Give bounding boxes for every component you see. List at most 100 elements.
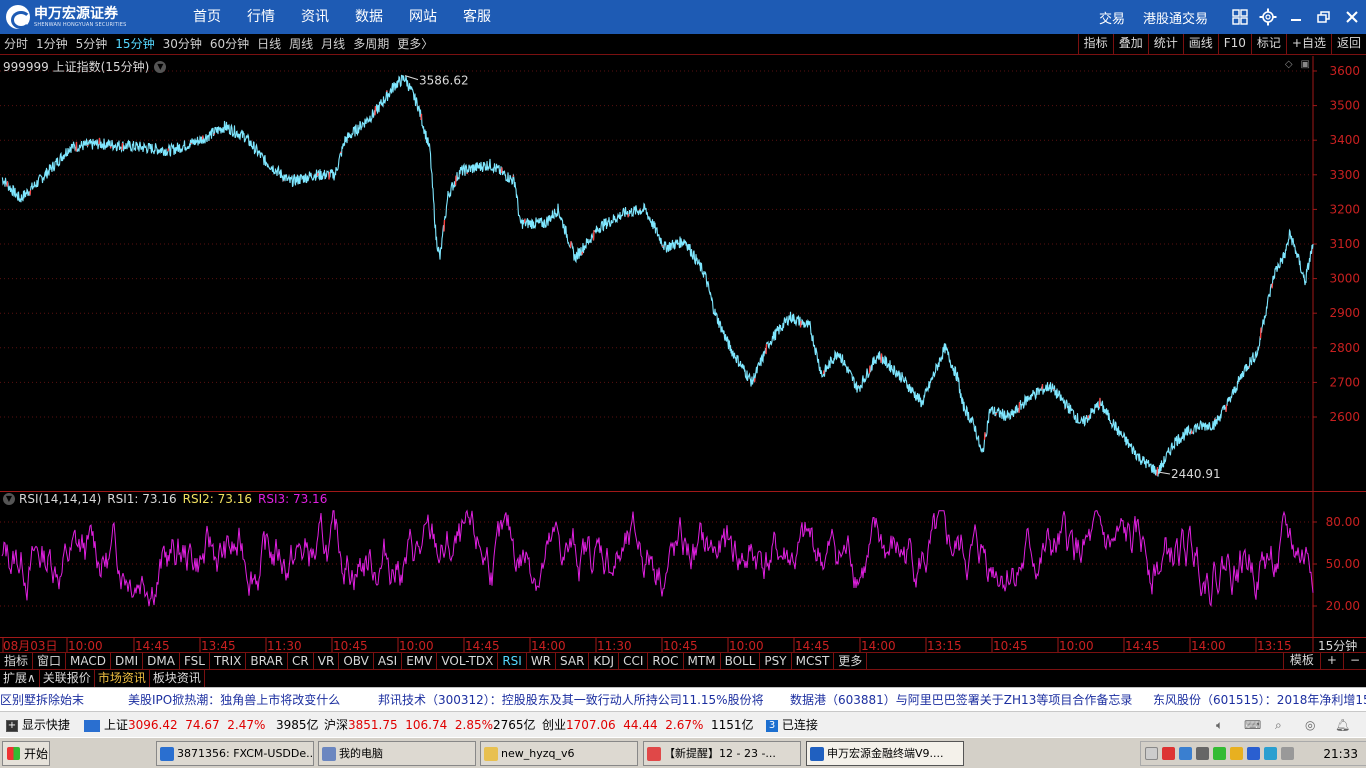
chart-tool-button[interactable]: 标记: [1250, 34, 1286, 55]
indicator-tab[interactable]: PSY: [760, 653, 792, 669]
info-tab[interactable]: 扩展∧: [0, 670, 40, 687]
indicator-tab[interactable]: DMI: [111, 653, 144, 669]
indicator-tab[interactable]: TRIX: [210, 653, 247, 669]
indicator-tab[interactable]: SAR: [556, 653, 590, 669]
price-chart-svg[interactable]: 3600 3500 3400 3300 3200 3100 3000 2900 2800 2700…: [0, 56, 1366, 492]
chart-tool-button[interactable]: 画线: [1182, 34, 1218, 55]
period-option[interactable]: 周线: [289, 34, 313, 55]
tray-flag-icon[interactable]: [1162, 747, 1175, 760]
indicator-tab[interactable]: WR: [527, 653, 557, 669]
period-option[interactable]: 1分钟: [36, 34, 68, 55]
nav-item[interactable]: 首页: [180, 0, 234, 34]
indicator-control-button[interactable]: −: [1342, 652, 1366, 670]
taskbar-window-button[interactable]: 【新提醒】12 - 23 -...: [643, 741, 801, 766]
chart-tool-button[interactable]: 返回: [1330, 34, 1366, 55]
period-option[interactable]: 30分钟: [163, 34, 202, 55]
close-icon[interactable]: [1338, 0, 1366, 34]
start-button[interactable]: 开始: [2, 741, 50, 766]
indicator-tab[interactable]: EMV: [402, 653, 438, 669]
period-option[interactable]: 15分钟: [115, 34, 154, 55]
grid-icon[interactable]: [1226, 0, 1254, 34]
search-icon[interactable]: ⌕: [1275, 712, 1282, 738]
tray-keyboard-icon[interactable]: [1145, 747, 1158, 760]
ticker-item[interactable]: 邦讯技术（300312）：控股股东及其一致行动人所持公司11.15%股份将: [378, 688, 764, 711]
period-option[interactable]: 5分钟: [76, 34, 108, 55]
help-icon[interactable]: ◎: [1305, 712, 1315, 738]
diamond-icon[interactable]: ◇: [1285, 59, 1293, 70]
tray-bluetooth-icon[interactable]: [1247, 747, 1260, 760]
symbol-title[interactable]: 999999 上证指数(15分钟) ▼: [3, 58, 167, 75]
indicator-tab[interactable]: OBV: [339, 653, 374, 669]
rsi-indicator-panel[interactable]: 80.00 50.00 20.00 ▼ RSI(14,14,14) RSI1: 73…: [0, 492, 1366, 637]
restore-icon[interactable]: [1310, 0, 1338, 34]
indicator-tab[interactable]: 指标: [0, 653, 34, 669]
main-price-chart[interactable]: 3600 3500 3400 3300 3200 3100 3000 2900 2800 2700…: [0, 56, 1366, 492]
minimize-icon[interactable]: [1282, 0, 1310, 34]
gear-icon[interactable]: [1254, 0, 1282, 34]
indicator-tab[interactable]: FSL: [180, 653, 210, 669]
ticker-item[interactable]: 美股IPO掀热潮：独角兽上市将改变什么: [128, 688, 340, 711]
period-option[interactable]: 多周期: [353, 34, 389, 55]
keyboard-icon[interactable]: ⌨︎: [1244, 712, 1261, 738]
nav-item[interactable]: 网站: [396, 0, 450, 34]
nav-item[interactable]: 资讯: [288, 0, 342, 34]
rsi-chart-svg[interactable]: 80.00 50.00 20.00: [0, 492, 1366, 637]
ticker-item[interactable]: 区别墅拆除始末: [0, 688, 84, 711]
indicator-tab[interactable]: KDJ: [589, 653, 620, 669]
connection-status[interactable]: 3 已连接: [766, 712, 818, 738]
news-ticker[interactable]: 区别墅拆除始末 美股IPO掀热潮：独角兽上市将改变什么 邦讯技术（300312）：控…: [0, 687, 1366, 711]
tray-security-icon[interactable]: [1213, 747, 1226, 760]
indicator-tab[interactable]: RSI: [498, 653, 527, 669]
index-sh[interactable]: 上证3096.42 74.67 2.47%: [84, 712, 265, 738]
period-option[interactable]: 月线: [321, 34, 345, 55]
indicator-tab[interactable]: 窗口: [33, 653, 67, 669]
taskbar-window-button[interactable]: new_hyzq_v6: [480, 741, 638, 766]
quick-toggle[interactable]: + 显示快捷: [6, 712, 70, 738]
taskbar-window-button[interactable]: 3871356: FXCM-USDDe...: [156, 741, 314, 766]
ticker-item[interactable]: 数据港（603881）与阿里巴巴签署关于ZH13等项目合作备忘录: [790, 688, 1132, 711]
info-tab[interactable]: 关联报价: [40, 670, 95, 687]
indicator-tab[interactable]: VR: [314, 653, 340, 669]
indicator-tab[interactable]: MACD: [66, 653, 112, 669]
index-hs[interactable]: 沪深3851.75 106.74 2.85%: [324, 712, 493, 738]
index-cy[interactable]: 创业1707.06 44.44 2.67%: [542, 712, 703, 738]
panel-toggle-icon[interactable]: ▣: [1301, 59, 1310, 70]
speaker-icon[interactable]: 🔈︎: [1216, 712, 1223, 738]
tray-misc-icon[interactable]: [1281, 747, 1294, 760]
taskbar-window-button[interactable]: 申万宏源金融终端V9....: [806, 741, 964, 766]
indicator-control-button[interactable]: +: [1319, 652, 1343, 670]
chart-tool-button[interactable]: 叠加: [1112, 34, 1148, 55]
period-option[interactable]: 更多〉: [397, 34, 433, 55]
indicator-tab[interactable]: MTM: [684, 653, 721, 669]
indicator-tab[interactable]: BRAR: [246, 653, 289, 669]
ticker-item[interactable]: 东风股份（601515）：2018年净利增15%: [1153, 688, 1366, 711]
indicator-tab[interactable]: MCST: [792, 653, 835, 669]
period-option[interactable]: 分时: [4, 34, 28, 55]
nav-item[interactable]: 客服: [450, 0, 504, 34]
info-tab[interactable]: 市场资讯: [95, 670, 150, 687]
bell-icon[interactable]: 🔔︎: [1335, 712, 1350, 738]
nav-item[interactable]: 数据: [342, 0, 396, 34]
indicator-tab[interactable]: DMA: [143, 653, 180, 669]
tray-sync-icon[interactable]: [1264, 747, 1277, 760]
chart-tool-button[interactable]: 指标: [1077, 34, 1113, 55]
chart-tool-button[interactable]: +自选: [1285, 34, 1331, 55]
period-option[interactable]: 60分钟: [210, 34, 249, 55]
indicator-tab[interactable]: BOLL: [721, 653, 761, 669]
info-tab[interactable]: 板块资讯: [150, 670, 205, 687]
tray-network-icon[interactable]: [1179, 747, 1192, 760]
chart-tool-button[interactable]: 统计: [1147, 34, 1183, 55]
chevron-down-icon[interactable]: ▼: [3, 493, 15, 505]
hk-connect-trade-link[interactable]: 港股通交易: [1143, 8, 1208, 27]
indicator-control-button[interactable]: 模板: [1282, 652, 1320, 670]
indicator-tab[interactable]: VOL-TDX: [437, 653, 499, 669]
tray-audio-icon[interactable]: [1196, 747, 1209, 760]
trade-link[interactable]: 交易: [1099, 8, 1125, 27]
period-option[interactable]: 日线: [257, 34, 281, 55]
indicator-tab[interactable]: ROC: [648, 653, 684, 669]
indicator-tab[interactable]: ASI: [374, 653, 403, 669]
tray-app-icon[interactable]: [1230, 747, 1243, 760]
chevron-down-icon[interactable]: ▼: [154, 60, 167, 73]
indicator-tab[interactable]: 更多: [834, 653, 868, 669]
indicator-tab[interactable]: CCI: [619, 653, 649, 669]
